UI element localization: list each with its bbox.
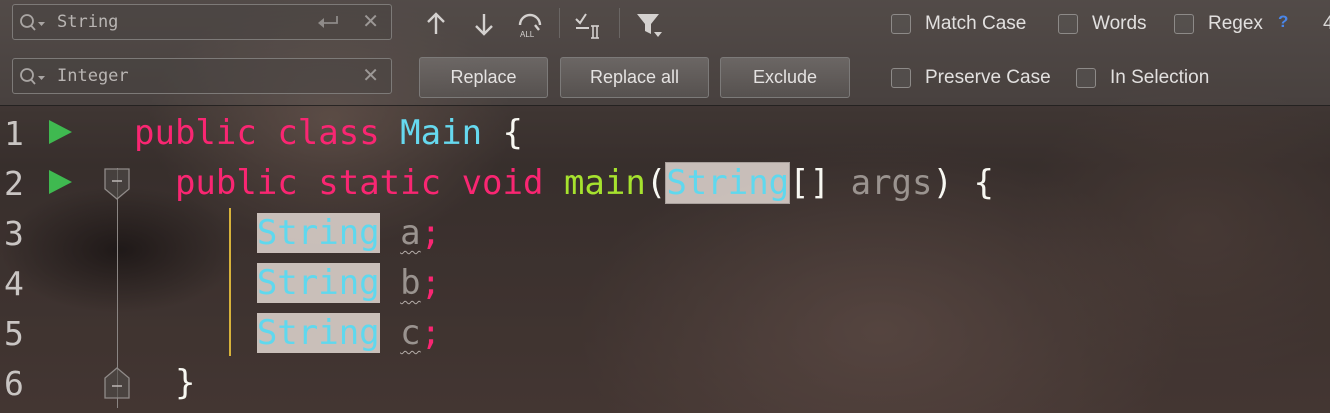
semicolon: ;: [420, 263, 442, 303]
filter-search-results-icon[interactable]: [573, 9, 603, 39]
run-icon[interactable]: [47, 118, 73, 146]
class-name: Main: [400, 113, 483, 153]
unused-variable: a: [400, 213, 421, 253]
regex-help-link[interactable]: ?: [1278, 12, 1288, 32]
code-line-5[interactable]: String c;: [134, 308, 441, 358]
parameter: args: [850, 163, 933, 203]
paren: ): [932, 163, 953, 203]
keyword: class: [277, 113, 380, 153]
line-number: 6: [4, 364, 24, 403]
run-icon[interactable]: [47, 168, 73, 196]
find-replace-toolbar: ✕ ✕ ALL Replace Replace all: [0, 0, 1330, 106]
keyword: public: [174, 163, 298, 203]
svg-text:ALL: ALL: [520, 30, 535, 38]
new-line-icon[interactable]: [315, 14, 341, 32]
preserve-case-label: Preserve Case: [925, 67, 1051, 88]
line-number: 5: [4, 314, 24, 353]
brackets: []: [789, 163, 831, 203]
code-line-1[interactable]: public class Main {: [134, 108, 523, 158]
checkbox-box[interactable]: [1058, 14, 1078, 34]
match-case-checkbox[interactable]: Match Case: [891, 13, 1026, 35]
code-line-4[interactable]: String b;: [134, 258, 441, 308]
toolbar-separator: [619, 8, 620, 38]
toolbar-separator: [559, 8, 560, 38]
regex-checkbox[interactable]: Regex: [1174, 13, 1263, 35]
regex-label: Regex: [1208, 13, 1263, 34]
truncated-text: 4: [1323, 13, 1330, 34]
words-checkbox[interactable]: Words: [1058, 13, 1147, 35]
checkbox-box[interactable]: [1076, 68, 1096, 88]
line-number: 1: [4, 114, 24, 153]
unused-variable: c: [400, 313, 421, 353]
search-match: String: [256, 313, 380, 353]
preserve-case-checkbox[interactable]: Preserve Case: [891, 67, 1051, 89]
fold-collapse-icon[interactable]: [104, 168, 130, 200]
semicolon: ;: [420, 213, 442, 253]
find-input[interactable]: [57, 10, 307, 34]
clear-find-icon[interactable]: ✕: [362, 10, 379, 34]
checkbox-box[interactable]: [1174, 14, 1194, 34]
match-case-label: Match Case: [925, 13, 1027, 34]
line-number: 4: [4, 264, 24, 303]
paren: (: [645, 163, 667, 203]
search-match: String: [256, 263, 380, 303]
brace: }: [174, 363, 196, 403]
line-number: 2: [4, 164, 24, 203]
brace: {: [973, 163, 994, 203]
brace: {: [502, 113, 524, 153]
keyword: void: [461, 163, 544, 203]
search-match: String: [256, 213, 380, 253]
search-history-icon[interactable]: [19, 14, 45, 32]
replace-all-button[interactable]: Replace all: [560, 57, 709, 98]
arrow-up-icon[interactable]: [421, 9, 451, 39]
select-all-occurrences-icon[interactable]: ALL: [515, 8, 545, 38]
keyword: public: [134, 113, 257, 153]
in-selection-checkbox[interactable]: In Selection: [1076, 67, 1209, 89]
semicolon: ;: [420, 313, 442, 353]
line-number: 3: [4, 214, 24, 253]
code-line-3[interactable]: String a;: [134, 208, 441, 258]
code-line-2[interactable]: public static void main(String[] args) {: [134, 158, 994, 208]
code-line-6[interactable]: }: [134, 358, 195, 408]
search-match-current: String: [665, 162, 791, 204]
unused-variable: b: [400, 263, 421, 303]
arrow-down-icon[interactable]: [469, 9, 499, 39]
exclude-button[interactable]: Exclude: [720, 57, 850, 98]
fold-end-icon[interactable]: [104, 367, 130, 399]
words-label: Words: [1092, 13, 1147, 34]
keyword: static: [318, 163, 442, 203]
checkbox-box[interactable]: [891, 14, 911, 34]
filter-icon[interactable]: [634, 10, 664, 40]
clear-replace-icon[interactable]: ✕: [362, 64, 379, 88]
checkbox-box[interactable]: [891, 68, 911, 88]
method-name: main: [563, 163, 646, 203]
replace-field[interactable]: ✕: [12, 58, 392, 94]
replace-button[interactable]: Replace: [419, 57, 548, 98]
in-selection-label: In Selection: [1110, 67, 1210, 88]
find-field[interactable]: ✕: [12, 4, 392, 40]
replace-history-icon[interactable]: [19, 68, 45, 86]
replace-input[interactable]: [57, 64, 307, 88]
